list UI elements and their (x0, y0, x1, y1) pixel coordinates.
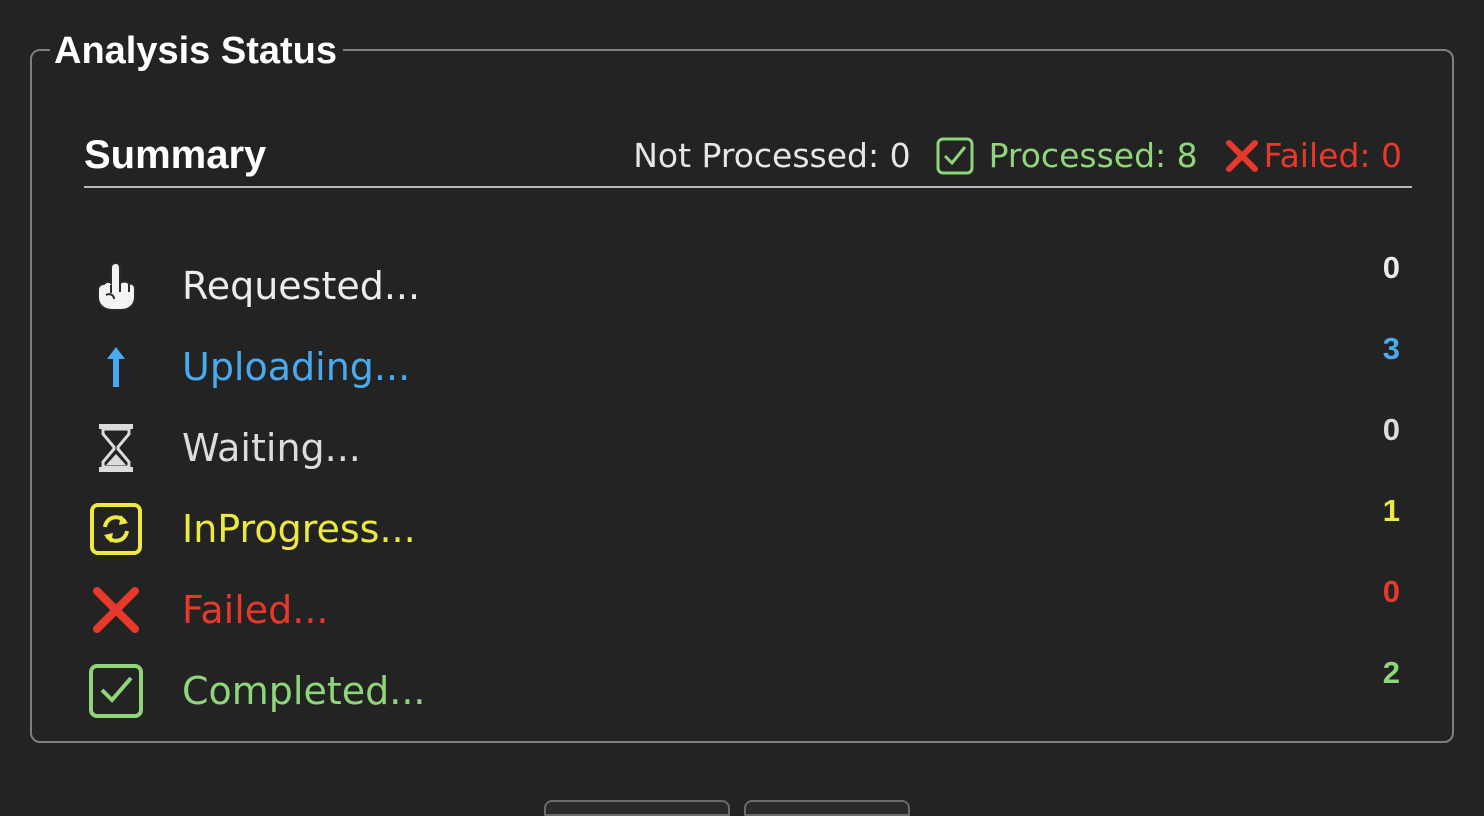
up-arrow-icon (86, 337, 146, 397)
status-label: Completed... (182, 669, 426, 713)
status-count: 0 (1382, 412, 1400, 447)
checkbox-icon (935, 136, 975, 176)
bottom-tab-button[interactable] (744, 800, 910, 816)
status-row-waiting: Waiting... 0 (84, 412, 1404, 476)
status-label: Waiting... (182, 426, 361, 470)
status-label: Requested... (182, 264, 421, 308)
not-processed-count: Not Processed: 0 (633, 136, 911, 175)
status-row-failed: Failed... 0 (84, 574, 1404, 638)
status-label: Uploading... (182, 345, 411, 389)
failed-summary: Failed: 0 (1224, 135, 1402, 177)
status-row-inprogress: InProgress... 1 (84, 493, 1404, 557)
status-label: Failed... (182, 588, 329, 632)
pointing-hand-icon (86, 256, 146, 316)
summary-title: Summary (84, 133, 267, 177)
processed-summary: Processed: 8 (935, 135, 1198, 177)
bottom-tab-button[interactable] (544, 800, 730, 816)
panel-title: Analysis Status (50, 28, 343, 74)
checkbox-icon (86, 661, 146, 721)
status-count: 3 (1382, 331, 1400, 366)
status-count: 2 (1382, 655, 1400, 690)
summary-header: Summary Not Processed: 0 Processed: 8 Fa… (84, 130, 1412, 188)
summary-counts: Not Processed: 0 Processed: 8 Failed: 0 (633, 135, 1402, 177)
status-count: 0 (1382, 574, 1400, 609)
status-row-completed: Completed... 2 (84, 655, 1404, 719)
status-row-requested: Requested... 0 (84, 250, 1404, 314)
x-mark-icon (1224, 138, 1260, 174)
hourglass-icon (86, 418, 146, 478)
status-count: 1 (1382, 493, 1400, 528)
status-row-uploading: Uploading... 3 (84, 331, 1404, 395)
refresh-icon (86, 499, 146, 559)
processed-count: Processed: 8 (988, 136, 1198, 175)
failed-count: Failed: 0 (1263, 136, 1402, 175)
status-label: InProgress... (182, 507, 416, 551)
status-count: 0 (1382, 250, 1400, 285)
x-mark-icon (86, 580, 146, 640)
